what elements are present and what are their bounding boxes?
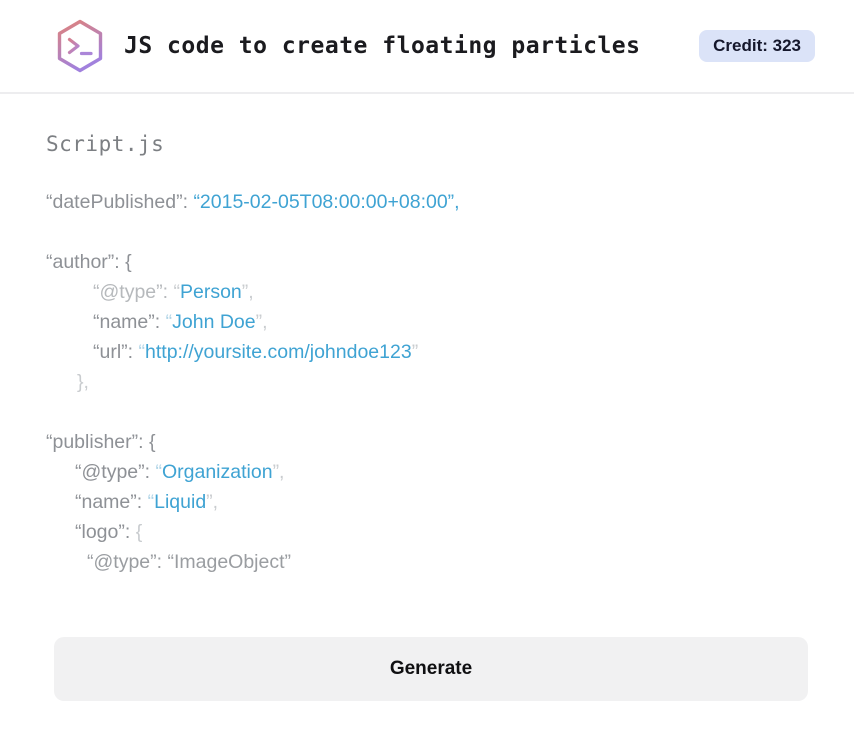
code-line: “url”: “http://yoursite.com/johndoe123”	[93, 341, 419, 363]
credit-badge: Credit: 323	[699, 30, 815, 62]
code-line: “logo”: {	[75, 521, 143, 543]
file-name-heading: Script.js	[46, 132, 165, 156]
code-line: “publisher”: {	[46, 431, 156, 453]
code-line: “name”: “Liquid”,	[75, 491, 219, 513]
code-line: “name”: “John Doe”,	[93, 311, 268, 333]
code-line: “author”: {	[46, 251, 132, 273]
main-content: Script.js “datePublished”: “2015-02-05T0…	[0, 132, 854, 701]
generate-button[interactable]: Generate	[54, 637, 808, 701]
code-line: “datePublished”: “2015-02-05T08:00:00+08…	[46, 191, 460, 213]
terminal-hexagon-icon	[57, 19, 103, 73]
code-line: “@type”: “ImageObject”	[87, 551, 292, 573]
page-title: JS code to create floating particles	[124, 33, 641, 59]
header: JS code to create floating particles Cre…	[0, 0, 854, 94]
code-block: “datePublished”: “2015-02-05T08:00:00+08…	[46, 187, 808, 577]
code-line: “@type”: “Person”,	[93, 281, 254, 303]
code-line: },	[77, 371, 89, 393]
code-line: “@type”: “Organization”,	[75, 461, 285, 483]
